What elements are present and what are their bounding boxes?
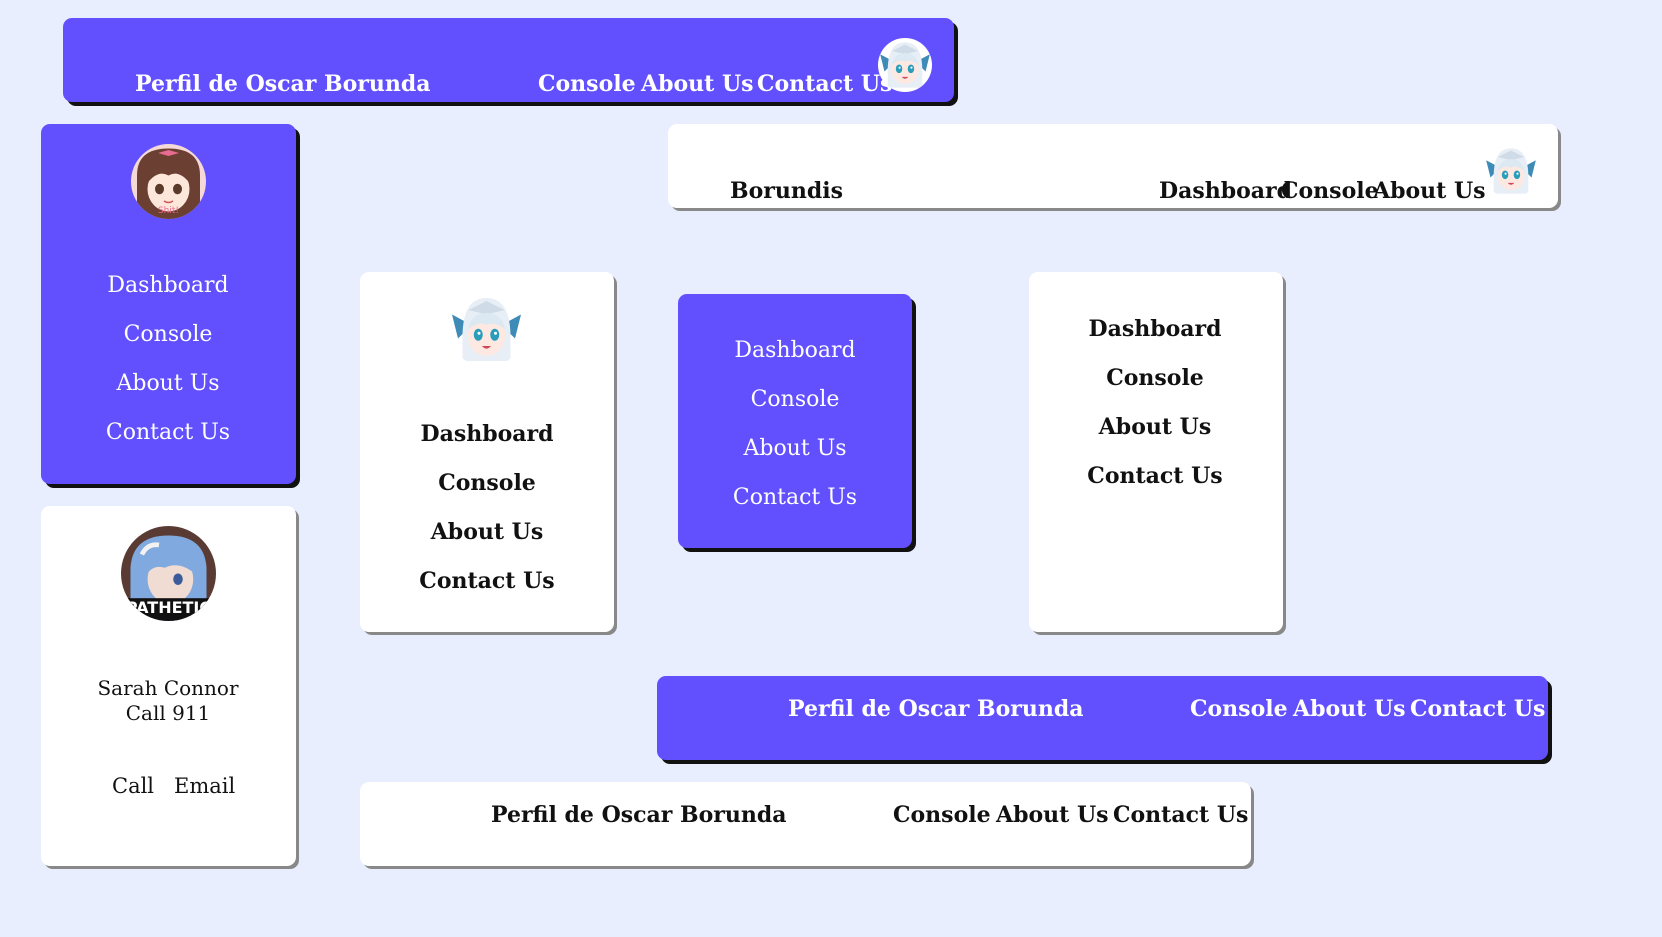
nav-brand[interactable]: Perfil de Oscar Borunda	[788, 698, 1084, 720]
bottom-white-navbar: Perfil de Oscar Borunda Console About Us…	[360, 782, 1251, 866]
nav-link-contact-us[interactable]: Contact Us	[1410, 698, 1545, 720]
menu-item-dashboard[interactable]: Dashboard	[734, 340, 855, 362]
nav-link-dashboard[interactable]: Dashboard	[1159, 180, 1292, 202]
nav-link-console[interactable]: Console	[893, 804, 991, 826]
sidebar-item-about-us[interactable]: About Us	[431, 521, 544, 543]
bottom-purple-navbar: Perfil de Oscar Borunda Console About Us…	[657, 676, 1548, 760]
pathetic-avatar[interactable]: PATHETIC	[121, 526, 216, 621]
nav-link-about-us[interactable]: About Us	[641, 73, 754, 95]
profile-name: Sarah Connor	[97, 676, 239, 700]
white-menu: Dashboard Console About Us Contact Us	[1029, 272, 1283, 632]
avatar-caption: PATHETIC	[125, 598, 212, 617]
menu-item-about-us[interactable]: About Us	[1099, 416, 1212, 438]
menu-item-console[interactable]: Console	[1106, 367, 1204, 389]
sidebar-item-contact-us[interactable]: Contact Us	[419, 570, 554, 592]
white-navbar: Borundis Dashboard Console About Us	[668, 124, 1558, 208]
nav-brand[interactable]: Perfil de Oscar Borunda	[491, 804, 787, 826]
nav-link-about-us[interactable]: About Us	[996, 804, 1109, 826]
nav-link-contact-us[interactable]: Contact Us	[757, 73, 892, 95]
menu-item-dashboard[interactable]: Dashboard	[1089, 318, 1222, 340]
shark-girl-avatar[interactable]	[878, 38, 932, 92]
profile-subtitle: Call 911	[125, 701, 211, 725]
avatar-caption: Shit!	[157, 206, 180, 216]
nav-brand[interactable]: Borundis	[730, 180, 843, 202]
call-link[interactable]: Call	[112, 776, 154, 797]
nav-link-console[interactable]: Console	[538, 73, 636, 95]
shark-girl-avatar[interactable]	[1484, 144, 1538, 198]
nav-link-console[interactable]: Console	[1190, 698, 1288, 720]
nav-brand[interactable]: Perfil de Oscar Borunda	[135, 73, 431, 95]
nav-link-about-us[interactable]: About Us	[1373, 180, 1486, 202]
sidebar-item-dashboard[interactable]: Dashboard	[421, 423, 554, 445]
top-navbar: Perfil de Oscar Borunda Console About Us…	[63, 18, 954, 102]
purple-menu: Dashboard Console About Us Contact Us	[678, 294, 912, 548]
anime-girl-avatar[interactable]: Shit!	[131, 144, 206, 219]
nav-link-about-us[interactable]: About Us	[1293, 698, 1406, 720]
email-link[interactable]: Email	[174, 776, 235, 797]
purple-sidebar: Shit! Dashboard Console About Us Contact…	[41, 124, 296, 484]
nav-link-contact-us[interactable]: Contact Us	[1113, 804, 1248, 826]
menu-item-console[interactable]: Console	[751, 389, 840, 411]
sidebar-item-dashboard[interactable]: Dashboard	[107, 275, 228, 297]
sidebar-item-console[interactable]: Console	[124, 324, 213, 346]
profile-card: PATHETIC Sarah Connor Call 911 Call Emai…	[41, 506, 296, 866]
nav-link-console[interactable]: Console	[1281, 180, 1379, 202]
sidebar-item-console[interactable]: Console	[438, 472, 536, 494]
sidebar-item-contact-us[interactable]: Contact Us	[106, 422, 230, 444]
menu-item-about-us[interactable]: About Us	[743, 438, 846, 460]
shark-girl-avatar[interactable]	[449, 292, 524, 367]
menu-item-contact-us[interactable]: Contact Us	[1087, 465, 1222, 487]
white-sidebar: Dashboard Console About Us Contact Us	[360, 272, 614, 632]
sidebar-item-about-us[interactable]: About Us	[116, 373, 219, 395]
menu-item-contact-us[interactable]: Contact Us	[733, 487, 857, 509]
